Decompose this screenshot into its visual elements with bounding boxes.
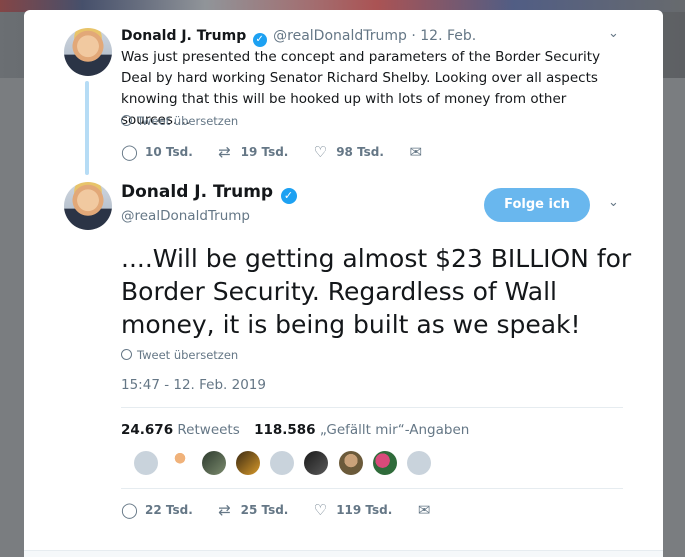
avatar[interactable]: [64, 182, 112, 230]
like-total: 118.586: [254, 422, 316, 438]
divider: [121, 407, 623, 408]
like-button[interactable]: ♡ 98 Tsd.: [312, 143, 384, 161]
globe-icon: [121, 115, 132, 126]
author-name-row: Donald J. Trump ✓: [121, 182, 299, 204]
liker-avatar[interactable]: [304, 451, 329, 475]
reply-button[interactable]: ◯ 22 Tsd.: [121, 501, 193, 519]
translate-tweet-link[interactable]: Tweet übersetzen: [121, 114, 238, 128]
liker-avatar[interactable]: [372, 451, 397, 475]
likers-avatars: [134, 451, 436, 475]
retweet-count: 25 Tsd.: [240, 503, 289, 517]
direct-message-button[interactable]: ✉: [408, 143, 432, 161]
thread-connector: [85, 81, 89, 175]
retweet-button[interactable]: ⇄ 19 Tsd.: [217, 143, 289, 161]
tweet-date[interactable]: · 12. Feb.: [411, 28, 476, 44]
verified-badge-icon: ✓: [280, 188, 297, 204]
translate-label: Tweet übersetzen: [137, 348, 239, 362]
direct-message-button[interactable]: ✉: [416, 501, 440, 519]
verified-badge-icon: ✓: [252, 33, 267, 47]
tweet-stats: 24.676 Retweets 118.586 „Gefällt mir“-An…: [121, 422, 479, 438]
author-handle[interactable]: @realDonaldTrump: [273, 28, 407, 44]
author-handle[interactable]: @realDonaldTrump: [121, 208, 250, 224]
like-count: 98 Tsd.: [336, 145, 384, 159]
liker-avatar[interactable]: [168, 451, 193, 475]
reply-icon: ◯: [121, 143, 138, 161]
liker-avatar[interactable]: [236, 451, 261, 475]
divider: [121, 488, 623, 489]
retweet-stat-label: Retweets: [177, 422, 240, 438]
liker-avatar[interactable]: [134, 451, 158, 475]
author-name[interactable]: Donald J. Trump: [121, 182, 273, 202]
tweet1-actions: ◯ 10 Tsd. ⇄ 19 Tsd. ♡ 98 Tsd. ✉: [121, 143, 452, 161]
tweet-card: Donald J. Trump ✓ @realDonaldTrump · 12.…: [24, 10, 663, 557]
chevron-down-icon[interactable]: ⌄: [608, 26, 619, 41]
globe-icon: [121, 349, 132, 360]
retweet-stat[interactable]: 24.676 Retweets: [121, 422, 250, 438]
like-stat[interactable]: 118.586 „Gefällt mir“-Angaben: [254, 422, 479, 438]
author-name[interactable]: Donald J. Trump: [121, 28, 246, 44]
heart-icon: ♡: [313, 143, 327, 161]
tweet-timestamp[interactable]: 15:47 - 12. Feb. 2019: [121, 377, 266, 393]
retweet-total: 24.676: [121, 422, 174, 438]
reply-icon: ◯: [121, 501, 138, 519]
like-count: 119 Tsd.: [336, 503, 393, 517]
retweet-icon: ⇄: [218, 501, 231, 519]
chevron-down-icon[interactable]: ⌄: [608, 195, 619, 210]
tweet2-text: ....Will be getting almost $23 BILLION f…: [121, 244, 632, 339]
heart-icon: ♡: [313, 501, 327, 519]
reply-button[interactable]: ◯ 10 Tsd.: [121, 143, 193, 161]
liker-avatar[interactable]: [406, 451, 431, 475]
translate-tweet-link[interactable]: Tweet übersetzen: [121, 348, 238, 362]
reply-section-edge: [24, 550, 663, 557]
tweet2-actions: ◯ 22 Tsd. ⇄ 25 Tsd. ♡ 119 Tsd. ✉: [121, 501, 460, 519]
liker-avatar[interactable]: [202, 451, 227, 475]
avatar[interactable]: [64, 28, 112, 76]
envelope-icon: ✉: [417, 501, 431, 519]
envelope-icon: ✉: [409, 143, 423, 161]
retweet-icon: ⇄: [218, 143, 231, 161]
reply-count: 22 Tsd.: [145, 503, 193, 517]
following-button[interactable]: Folge ich: [484, 188, 590, 222]
like-button[interactable]: ♡ 119 Tsd.: [312, 501, 392, 519]
tweet1-header: Donald J. Trump ✓ @realDonaldTrump · 12.…: [121, 28, 476, 47]
retweet-count: 19 Tsd.: [240, 145, 289, 159]
translate-label: Tweet übersetzen: [137, 114, 239, 128]
reply-count: 10 Tsd.: [145, 145, 193, 159]
liker-avatar[interactable]: [270, 451, 295, 475]
retweet-button[interactable]: ⇄ 25 Tsd.: [217, 501, 289, 519]
liker-avatar[interactable]: [338, 451, 363, 475]
like-stat-label: „Gefällt mir“-Angaben: [319, 422, 470, 438]
